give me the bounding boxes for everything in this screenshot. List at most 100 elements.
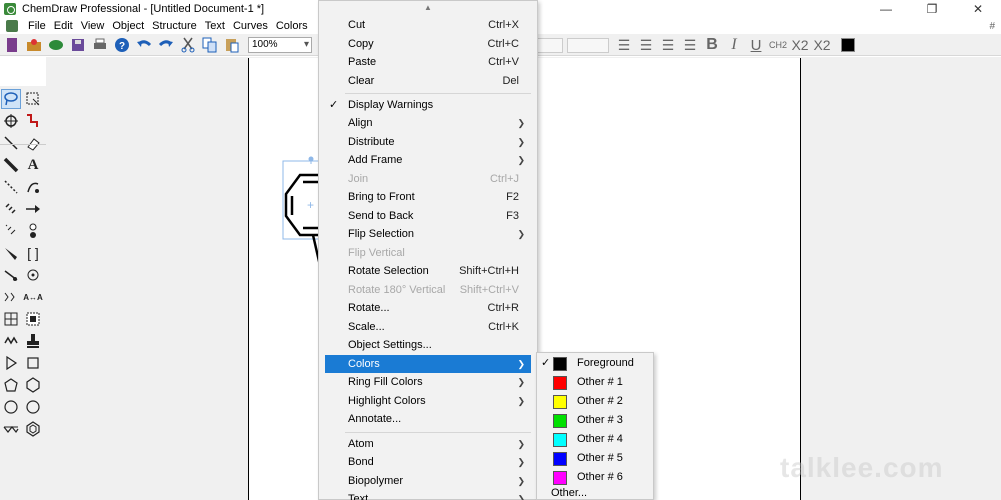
ring-tool[interactable] [1,331,21,351]
orbital-tool[interactable] [23,221,43,241]
italic-button[interactable]: I [723,36,745,54]
menu-item-bring-to-front[interactable]: Bring to Front F2 [325,188,531,206]
wavy-bond-tool[interactable] [1,265,21,285]
menu-item-object-settings[interactable]: Object Settings... [325,336,531,354]
menu-item-colors[interactable]: Colors ❯ [325,355,531,373]
menu-item-biopolymer[interactable]: Biopolymer ❯ [325,472,531,490]
hash-wedge-tool[interactable] [1,221,21,241]
menu-item-display-warnings[interactable]: ✓ Display Warnings [325,96,531,114]
stamp-tool[interactable] [23,331,43,351]
lasso-tool[interactable] [1,89,21,109]
menu-colors[interactable]: Colors [272,18,312,34]
query-tool[interactable] [1,287,21,307]
print-icon[interactable] [90,36,110,54]
menu-item-scale[interactable]: Scale... Ctrl+K [325,318,531,336]
formula-button[interactable]: CH2 [767,40,789,50]
color-item-foreground[interactable]: ✓ Foreground [537,354,653,373]
menu-edit[interactable]: Edit [50,18,77,34]
marquee-tool[interactable] [23,89,43,109]
font-size-select[interactable] [567,37,609,53]
menu-item-atom[interactable]: Atom ❯ [325,435,531,453]
solid-bond-tool[interactable] [1,133,21,153]
menu-object[interactable]: Object [108,18,148,34]
close-button[interactable]: ✕ [955,0,1001,18]
dashed-bond-tool[interactable] [1,177,21,197]
menu-item-cut[interactable]: Cut Ctrl+X [325,16,531,34]
online-icon[interactable] [46,36,66,54]
pen-tool[interactable] [23,177,43,197]
color-item-other-3[interactable]: Other # 3 [537,411,653,430]
menu-scroll-up-icon[interactable]: ▲ [319,1,537,15]
eraser-tool[interactable] [23,133,43,153]
text-tool[interactable]: A [23,155,43,175]
color-item-other-4[interactable]: Other # 4 [537,430,653,449]
menu-item-rotate[interactable]: Rotate... Ctrl+R [325,299,531,317]
cut-icon[interactable] [178,36,198,54]
bold-bond-tool[interactable] [1,155,21,175]
menu-item-text[interactable]: Text ❯ [325,490,531,500]
underline-button[interactable]: U [745,37,767,54]
menu-item-annotate[interactable]: Annotate... [325,410,531,428]
new-document-icon[interactable] [2,36,22,54]
save-icon[interactable] [68,36,88,54]
menu-item-paste[interactable]: Paste Ctrl+V [325,53,531,71]
menu-view[interactable]: View [77,18,109,34]
help-icon[interactable]: ? [112,36,132,54]
menu-item-clear[interactable]: Clear Del [325,72,531,90]
color-item-other-6[interactable]: Other # 6 [537,468,653,487]
menu-file[interactable]: File [24,18,50,34]
benzene-tool[interactable] [23,419,43,439]
font-select[interactable] [537,37,563,53]
justify-icon[interactable]: ☰ [679,37,701,54]
menu-item-add-frame[interactable]: Add Frame ❯ [325,151,531,169]
triangle-ring-tool[interactable] [1,353,21,373]
pentagon-ring-tool[interactable] [1,375,21,395]
menu-item-highlight-colors[interactable]: Highlight Colors ❯ [325,392,531,410]
color-item-other-5[interactable]: Other # 5 [537,449,653,468]
cyclohexane-tool[interactable] [23,397,43,417]
color-item-other-more[interactable]: Other... [537,486,653,500]
copy-icon[interactable] [200,36,220,54]
menu-item-bond[interactable]: Bond ❯ [325,453,531,471]
menu-text[interactable]: Text [201,18,229,34]
chain-tool[interactable] [23,111,43,131]
minimize-button[interactable]: — [863,0,909,18]
menu-item-flip-selection[interactable]: Flip Selection ❯ [325,225,531,243]
circle-ring-tool[interactable] [1,397,21,417]
table-tool[interactable] [1,309,21,329]
menu-structure[interactable]: Structure [148,18,201,34]
menu-item-ring-fill-colors[interactable]: Ring Fill Colors ❯ [325,373,531,391]
menu-item-send-to-back[interactable]: Send to Back F3 [325,207,531,225]
wave-ring-tool[interactable] [1,419,21,439]
template-tool[interactable] [23,309,43,329]
menu-item-rotate-selection[interactable]: Rotate Selection Shift+Ctrl+H [325,262,531,280]
chemical-symbol-tool[interactable] [23,265,43,285]
color-item-other-2[interactable]: Other # 2 [537,392,653,411]
bracket-tool[interactable]: [ ] [23,243,43,263]
redo-icon[interactable] [156,36,176,54]
open-icon[interactable] [24,36,44,54]
hashed-bond-tool[interactable] [1,199,21,219]
atom-map-tool[interactable]: A↔A [23,287,43,307]
subscript-button[interactable]: X2 [789,37,811,53]
foreground-color-swatch[interactable] [841,38,855,52]
align-left-icon[interactable]: ☰ [613,37,635,54]
bold-button[interactable]: B [701,36,723,54]
menu-curves[interactable]: Curves [229,18,272,34]
superscript-button[interactable]: X2 [811,37,833,53]
zoom-select[interactable]: 100% [248,36,312,53]
menu-item-join[interactable]: Join Ctrl+J [325,170,531,188]
arrow-tool[interactable] [23,199,43,219]
undo-icon[interactable] [134,36,154,54]
wedge-bond-tool[interactable] [1,243,21,263]
structure-perspective-tool[interactable] [1,111,21,131]
paste-icon[interactable] [222,36,242,54]
menu-item-copy[interactable]: Copy Ctrl+C [325,35,531,53]
menu-item-align[interactable]: Align ❯ [325,114,531,132]
maximize-button[interactable]: ❐ [909,0,955,18]
document-menu-icon[interactable] [6,20,18,32]
align-center-icon[interactable]: ☰ [635,37,657,54]
color-item-other-1[interactable]: Other # 1 [537,373,653,392]
hexagon-ring-tool[interactable] [23,375,43,395]
menu-item-distribute[interactable]: Distribute ❯ [325,133,531,151]
